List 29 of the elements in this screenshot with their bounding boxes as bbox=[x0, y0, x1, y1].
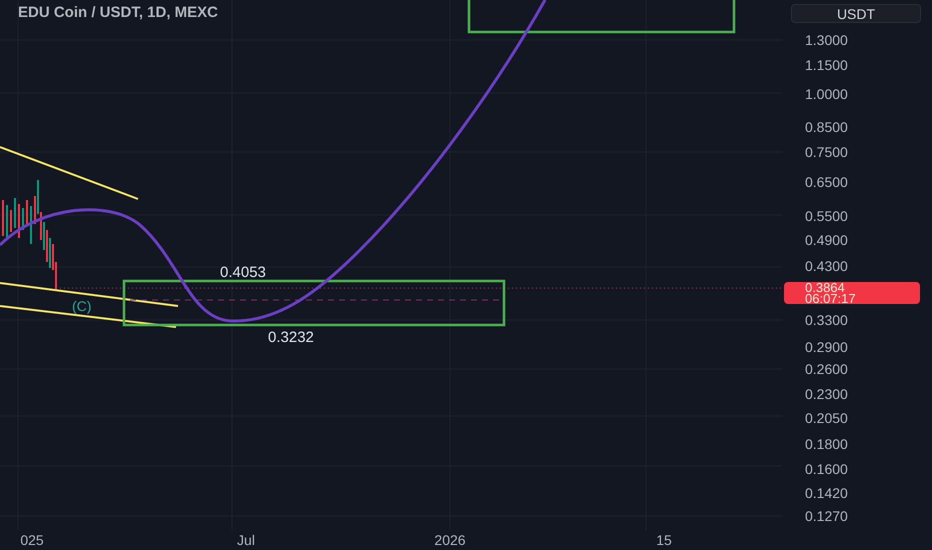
time-axis-label: Jul bbox=[236, 531, 256, 550]
price-label: 0.4053 bbox=[220, 263, 266, 283]
price-tick-label: 0.8500 bbox=[805, 118, 848, 136]
price-tick-label: 0.1420 bbox=[805, 484, 848, 502]
chart-title: EDU Coin / USDT, 1D, MEXC bbox=[18, 3, 218, 23]
price-tick-label: 0.4300 bbox=[805, 257, 848, 276]
price-tick-label: 0.4900 bbox=[805, 230, 848, 249]
price-tick-label: 0.1600 bbox=[805, 460, 848, 478]
price-tick-label: 0.2900 bbox=[805, 338, 848, 356]
price-tick-label: 0.3300 bbox=[805, 311, 848, 330]
last-price: 0.3864 bbox=[805, 282, 845, 294]
price-tick-label: 0.1270 bbox=[805, 506, 848, 525]
time-axis-label: 025 bbox=[19, 531, 45, 550]
price-tick-label: 1.1500 bbox=[805, 56, 848, 74]
time-axis-label: 2026 bbox=[433, 531, 467, 550]
price-tick-label: 0.2600 bbox=[805, 360, 848, 378]
price-tick-label: 0.6500 bbox=[805, 172, 848, 191]
time-axis-label: 15 bbox=[655, 531, 673, 550]
wave-label: (C) bbox=[72, 297, 92, 316]
price-tick-label: 0.1800 bbox=[805, 435, 848, 454]
price-tick-label: 0.2300 bbox=[805, 385, 848, 404]
countdown-timer: 06:07:17 bbox=[805, 293, 857, 304]
price-label: 0.3232 bbox=[268, 328, 314, 348]
price-tick-label: 1.0000 bbox=[805, 84, 848, 103]
price-tick-label: 1.3000 bbox=[805, 30, 848, 49]
price-tick-label: 0.2050 bbox=[805, 408, 848, 427]
price-tick-label: 0.5500 bbox=[805, 206, 848, 225]
currency-button[interactable]: USDT bbox=[791, 4, 921, 23]
price-tick-label: 0.7500 bbox=[805, 143, 848, 162]
